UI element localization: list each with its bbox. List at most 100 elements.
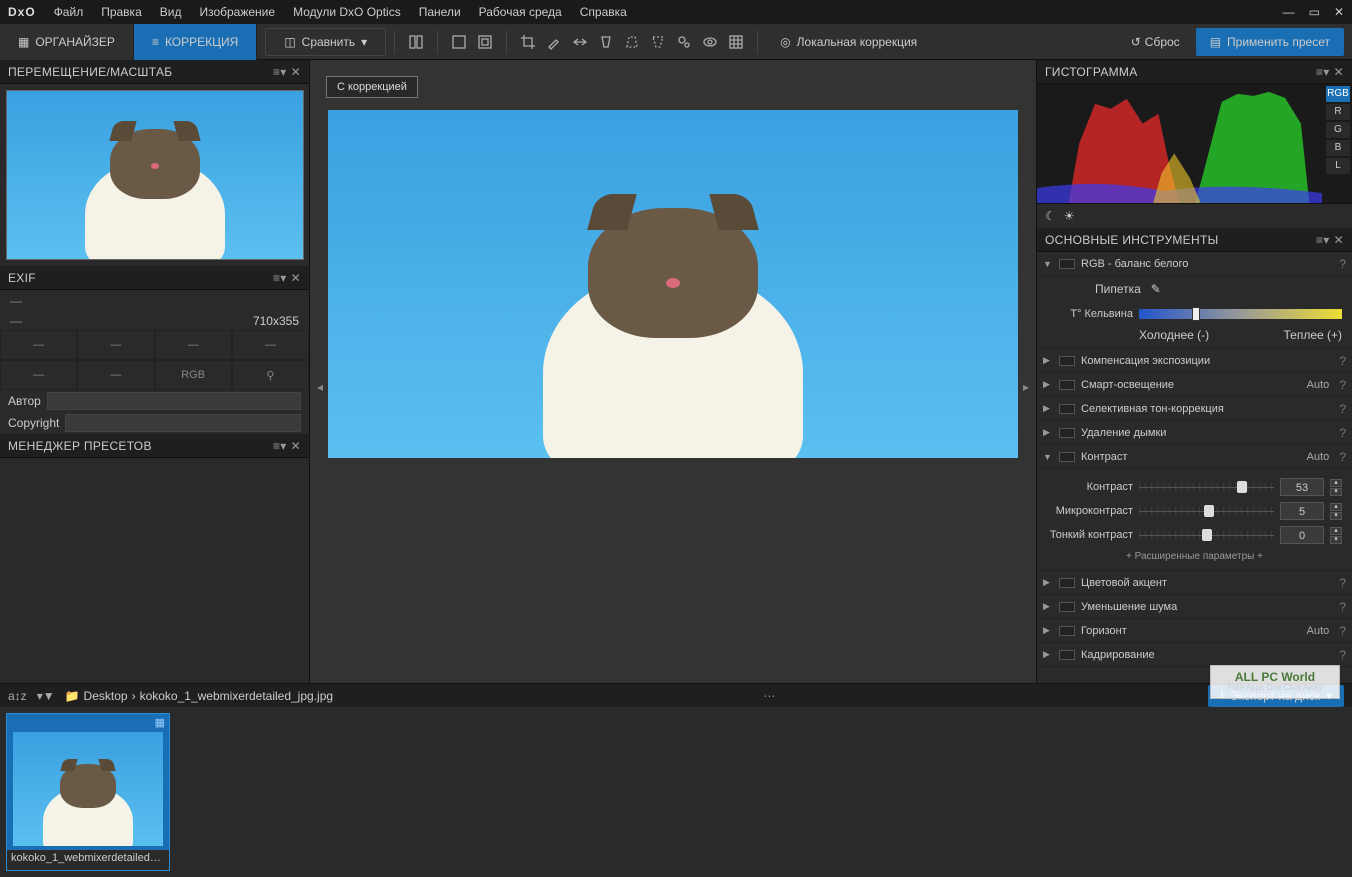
histogram-rgb[interactable]: RGB (1326, 86, 1350, 102)
contrast-down[interactable]: ▾ (1330, 488, 1342, 496)
contrast-up[interactable]: ▴ (1330, 479, 1342, 487)
tab-correction[interactable]: ≡ КОРРЕКЦИЯ (134, 24, 257, 60)
tool-exposure[interactable]: ▶Компенсация экспозиции? (1037, 349, 1352, 373)
horizon-icon[interactable] (569, 31, 591, 53)
menubar: DxO Файл Правка Вид Изображение Модули D… (0, 0, 1352, 24)
tool-crop[interactable]: ▶Кадрирование? (1037, 643, 1352, 667)
panel-close-icon[interactable]: ✕ (1334, 65, 1344, 79)
histogram-g[interactable]: G (1326, 122, 1350, 138)
reset-icon: ↺ (1131, 35, 1141, 49)
author-input[interactable] (47, 392, 301, 410)
zoom-1to1-icon[interactable] (474, 31, 496, 53)
compare-button[interactable]: ◫ Сравнить ▾ (265, 28, 386, 56)
contrast-slider[interactable] (1139, 480, 1274, 494)
grid-overlay-icon[interactable] (725, 31, 747, 53)
collapse-right-icon[interactable]: ▸ (1018, 372, 1034, 402)
panel-close-icon[interactable]: ✕ (1334, 233, 1344, 247)
crop-icon[interactable] (517, 31, 539, 53)
panel-menu-icon[interactable]: ≡▾ (273, 65, 287, 79)
filmstrip: ▦ kokoko_1_webmixerdetailed_j... (0, 707, 1352, 877)
exif-colorspace: RGB (155, 360, 232, 390)
tool-haze[interactable]: ▶Удаление дымки? (1037, 421, 1352, 445)
main-tools-header: ОСНОВНЫЕ ИНСТРУМЕНТЫ ≡▾✕ (1037, 228, 1352, 252)
panel-close-icon[interactable]: ✕ (291, 271, 301, 285)
exif-dimensions: 710x355 (253, 314, 299, 328)
maximize-icon[interactable]: ▭ (1309, 5, 1320, 19)
fine-contrast-slider[interactable] (1139, 528, 1274, 542)
target-icon: ◎ (780, 35, 790, 49)
histogram-r[interactable]: R (1326, 104, 1350, 120)
layout-single-icon[interactable] (405, 31, 427, 53)
apply-preset-button[interactable]: ▤ Применить пресет (1196, 28, 1344, 56)
tool-noise[interactable]: ▶Уменьшение шума? (1037, 595, 1352, 619)
pathbar: a↕z ▾▼ 📁 Desktop › kokoko_1_webmixerdeta… (0, 683, 1352, 707)
author-label: Автор (8, 394, 41, 408)
collapse-left-icon[interactable]: ◂ (312, 372, 328, 402)
histogram-l[interactable]: L (1326, 158, 1350, 174)
microcontrast-value[interactable]: 5 (1280, 502, 1324, 520)
location-icon: ⚲ (232, 360, 309, 390)
panel-close-icon[interactable]: ✕ (291, 439, 301, 453)
menu-workspace[interactable]: Рабочая среда (479, 5, 562, 19)
local-correction-button[interactable]: ◎ Локальная коррекция (766, 35, 931, 49)
menu-optics[interactable]: Модули DxO Optics (293, 5, 401, 19)
repair-icon[interactable] (673, 31, 695, 53)
processed-icon: ▦ (155, 716, 165, 729)
menu-file[interactable]: Файл (54, 5, 84, 19)
histogram-b[interactable]: B (1326, 140, 1350, 156)
menu-panels[interactable]: Панели (419, 5, 461, 19)
menu-edit[interactable]: Правка (101, 5, 142, 19)
thumbnail[interactable]: ▦ kokoko_1_webmixerdetailed_j... (6, 713, 170, 871)
menu-image[interactable]: Изображение (199, 5, 275, 19)
exif-body: — —710x355 — — — — — — RGB ⚲ Автор Copyr… (0, 290, 309, 434)
sliders-icon: ≡ (152, 35, 159, 49)
minimize-icon[interactable]: — (1283, 5, 1295, 19)
move-zoom-panel-header: ПЕРЕМЕЩЕНИЕ/МАСШТАБ ≡▾✕ (0, 60, 309, 84)
perspective2-icon[interactable] (621, 31, 643, 53)
tool-white-balance[interactable]: ▼ RGB - баланс белого ? (1037, 252, 1352, 276)
grid-icon: ▦ (18, 35, 29, 49)
tool-selective-tone[interactable]: ▶Селективная тон-коррекция? (1037, 397, 1352, 421)
breadcrumb[interactable]: 📁 Desktop › kokoko_1_webmixerdetailed_jp… (65, 689, 333, 703)
contrast-value[interactable]: 53 (1280, 478, 1324, 496)
tool-smart-lighting[interactable]: ▶Смарт-освещениеAuto? (1037, 373, 1352, 397)
menu-help[interactable]: Справка (580, 5, 627, 19)
path-more[interactable]: ⋯ (343, 689, 1198, 703)
image-canvas[interactable]: ◂ С коррекцией ▸ (310, 60, 1036, 683)
tool-color-accent[interactable]: ▶Цветовой акцент? (1037, 571, 1352, 595)
advanced-params[interactable]: + Расширенные параметры + (1047, 547, 1342, 564)
shadow-clip-icon[interactable]: ☾ (1045, 209, 1056, 223)
microcontrast-slider[interactable] (1139, 504, 1274, 518)
copyright-input[interactable] (65, 414, 301, 432)
brush-icon[interactable] (543, 31, 565, 53)
panel-menu-icon[interactable]: ≡▾ (273, 439, 287, 453)
compare-icon: ◫ (284, 35, 295, 49)
histogram-header: ГИСТОГРАММА ≡▾✕ (1037, 60, 1352, 84)
panel-menu-icon[interactable]: ≡▾ (1316, 65, 1330, 79)
main-toolbar: ▦ ОРГАНАЙЗЕР ≡ КОРРЕКЦИЯ ◫ Сравнить ▾ ◎ … (0, 24, 1352, 60)
chevron-down-icon: ▾ (361, 35, 367, 49)
fine-contrast-value[interactable]: 0 (1280, 526, 1324, 544)
tool-contrast[interactable]: ▼КонтрастAuto? (1037, 445, 1352, 469)
close-icon[interactable]: ✕ (1334, 5, 1344, 19)
eye-icon[interactable] (699, 31, 721, 53)
panel-menu-icon[interactable]: ≡▾ (273, 271, 287, 285)
kelvin-slider[interactable] (1139, 309, 1342, 319)
tool-horizon[interactable]: ▶ГоризонтAuto? (1037, 619, 1352, 643)
navigator-preview[interactable] (6, 90, 304, 260)
tab-organizer[interactable]: ▦ ОРГАНАЙЗЕР (0, 24, 134, 60)
panel-menu-icon[interactable]: ≡▾ (1316, 233, 1330, 247)
preview-image (328, 110, 1018, 458)
reset-button[interactable]: ↺ Сброс (1123, 35, 1188, 49)
fit-icon[interactable] (448, 31, 470, 53)
panel-close-icon[interactable]: ✕ (291, 65, 301, 79)
eyedropper-icon[interactable]: ✎ (1151, 282, 1161, 296)
highlight-clip-icon[interactable]: ☀ (1064, 209, 1075, 223)
exif-panel-header: EXIF ≡▾✕ (0, 266, 309, 290)
sort-icon[interactable]: a↕z (8, 689, 27, 703)
perspective3-icon[interactable] (647, 31, 669, 53)
perspective-icon[interactable] (595, 31, 617, 53)
filter-icon[interactable]: ▾▼ (37, 689, 55, 703)
preset-manager-header: МЕНЕДЖЕР ПРЕСЕТОВ ≡▾✕ (0, 434, 309, 458)
menu-view[interactable]: Вид (160, 5, 182, 19)
